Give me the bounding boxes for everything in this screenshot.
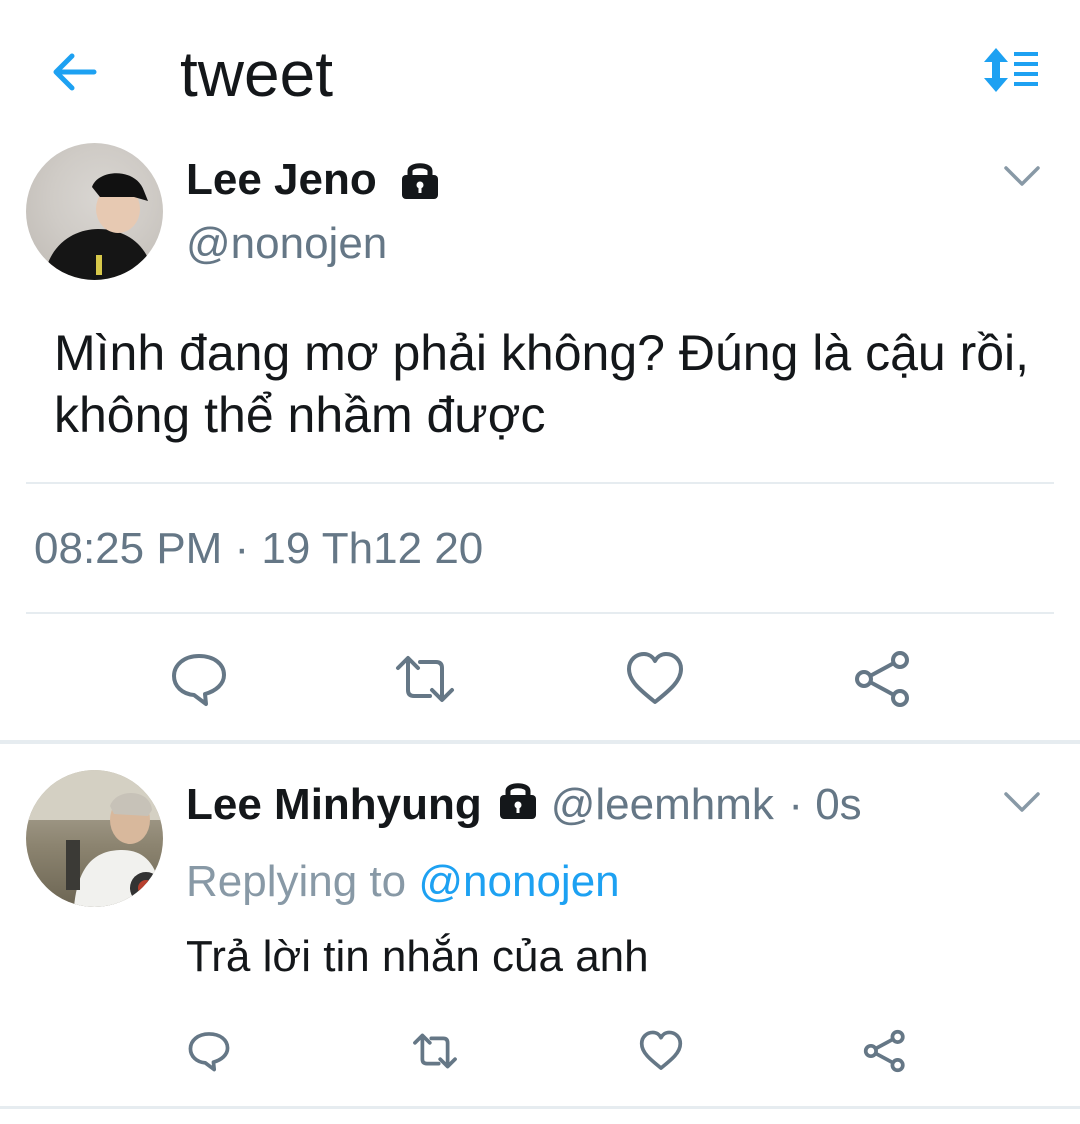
lock-icon [400, 161, 440, 201]
replying-to-mention[interactable]: @nonojen [418, 857, 619, 906]
share-icon[interactable] [852, 648, 914, 710]
reply-icon[interactable] [186, 1028, 232, 1074]
retweet-icon[interactable] [412, 1028, 458, 1074]
reply-header: Lee Minhyung @leemhmk · 0s [186, 779, 862, 831]
retweet-icon[interactable] [394, 648, 456, 710]
reply-author-name[interactable]: Lee Minhyung [186, 780, 482, 829]
avatar[interactable] [26, 770, 163, 907]
author-handle[interactable]: @nonojen [186, 218, 387, 270]
chevron-down-icon[interactable] [1002, 160, 1042, 190]
chevron-down-icon[interactable] [1002, 786, 1042, 816]
divider [0, 1106, 1080, 1109]
page-title: tweet [180, 38, 333, 110]
like-icon[interactable] [624, 648, 686, 710]
lock-icon [498, 781, 538, 821]
replying-to: Replying to @nonojen [186, 855, 620, 909]
back-arrow-icon[interactable] [48, 46, 100, 98]
reply-icon[interactable] [168, 648, 230, 710]
tweet-timestamp: 08:25 PM · 19 Th12 20 [34, 524, 484, 573]
section-separator [0, 740, 1080, 744]
reply-author-handle[interactable]: @leemhmk [551, 780, 774, 829]
avatar[interactable] [26, 143, 163, 280]
replying-to-label: Replying to [186, 857, 407, 906]
like-icon[interactable] [638, 1028, 684, 1074]
sort-icon[interactable] [982, 46, 1042, 96]
divider [26, 482, 1054, 484]
reply-age: · 0s [788, 780, 862, 829]
share-icon[interactable] [862, 1028, 908, 1074]
reply-text: Trả lời tin nhắn của anh [186, 932, 649, 981]
author-name[interactable]: Lee Jeno [186, 154, 377, 206]
divider [26, 612, 1054, 614]
tweet-text: Mình đang mơ phải không? Đúng là cậu rồi… [54, 325, 1030, 443]
